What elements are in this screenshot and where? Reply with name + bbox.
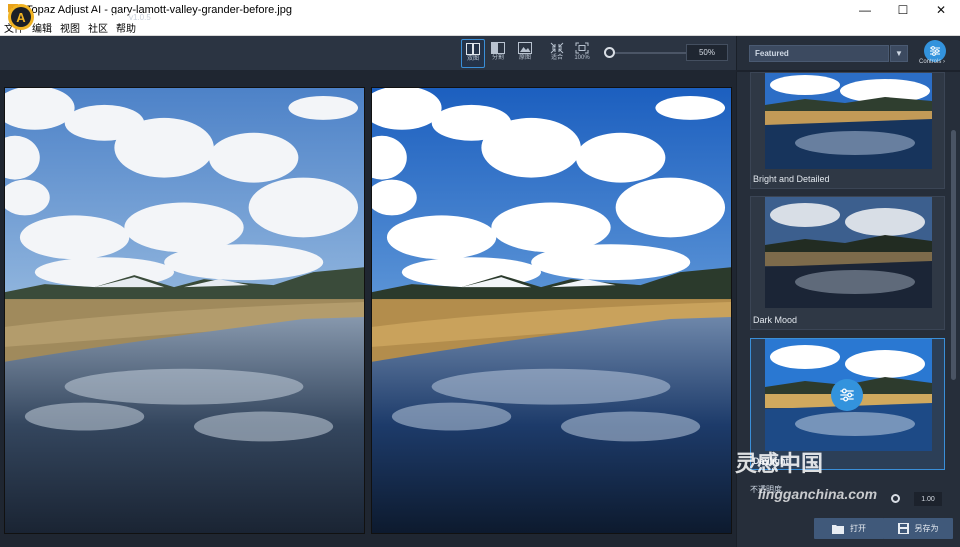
preset-thumbnail	[765, 73, 932, 169]
chevron-down-icon[interactable]: ▼	[890, 45, 908, 62]
actual-size-button[interactable]: 100%	[570, 39, 594, 68]
maximize-button[interactable]: ☐	[884, 0, 922, 20]
tool-label: 原图	[518, 55, 531, 61]
close-button[interactable]: ✕	[922, 0, 960, 20]
opacity-slider-handle[interactable]	[891, 494, 900, 503]
watermark-logo-text: 灵感中国	[735, 451, 824, 476]
save-as-button-label: 另存为	[914, 524, 939, 533]
fit-button[interactable]: 适合	[545, 39, 569, 68]
actual-size-icon	[575, 42, 589, 54]
original-photo	[4, 87, 365, 534]
zoom-slider-track[interactable]	[611, 52, 691, 54]
view-original-button[interactable]: 原图	[513, 39, 537, 68]
folder-icon	[832, 524, 844, 534]
open-button-label: 打开	[850, 524, 866, 533]
tool-label: 适合	[550, 55, 563, 61]
save-as-button[interactable]: 另存为	[883, 518, 953, 539]
controls-label[interactable]: Controls ›	[919, 59, 945, 65]
tool-label: 100%	[574, 55, 590, 61]
view-side-by-side-button[interactable]: 双图	[461, 39, 485, 68]
svg-text:A: A	[16, 10, 26, 25]
sliders-icon	[930, 46, 940, 56]
opacity-value[interactable]: 1.00	[914, 492, 942, 506]
tool-label: 分割	[491, 55, 504, 61]
watermark-url: lingganchina.com	[758, 486, 878, 502]
save-icon	[897, 523, 909, 534]
preset-category-select[interactable]: Featured	[749, 45, 889, 62]
open-button[interactable]: 打开	[814, 518, 884, 539]
zoom-slider-handle[interactable]	[604, 47, 615, 58]
split-view-icon	[491, 42, 505, 54]
preset-label: Dark Mood	[753, 315, 798, 325]
preset-label: Bright and Detailed	[753, 174, 830, 184]
menu-bar: 文件 编辑 视图 社区 帮助	[0, 20, 960, 36]
fit-to-screen-icon	[550, 42, 564, 54]
panel-scrollbar[interactable]	[951, 130, 956, 380]
app-name: Topaz Adjust AI	[43, 10, 132, 24]
minimize-button[interactable]: —	[846, 0, 884, 20]
preset-card-dark-mood[interactable]: Dark Mood	[750, 196, 945, 330]
tool-label: 双图	[466, 56, 479, 62]
preset-card-bright-detailed[interactable]: Bright and Detailed	[750, 72, 945, 189]
view-split-button[interactable]: 分割	[486, 39, 510, 68]
enhanced-photo	[371, 87, 732, 534]
preset-thumbnail	[765, 197, 932, 308]
image-icon	[518, 42, 532, 54]
side-by-side-icon	[466, 43, 480, 55]
sliders-icon	[840, 388, 854, 402]
app-version: v1.0.5	[129, 13, 151, 22]
adjust-preset-button[interactable]	[831, 379, 863, 411]
topaz-logo-icon: A	[8, 4, 34, 30]
zoom-level[interactable]: 50%	[686, 44, 728, 61]
